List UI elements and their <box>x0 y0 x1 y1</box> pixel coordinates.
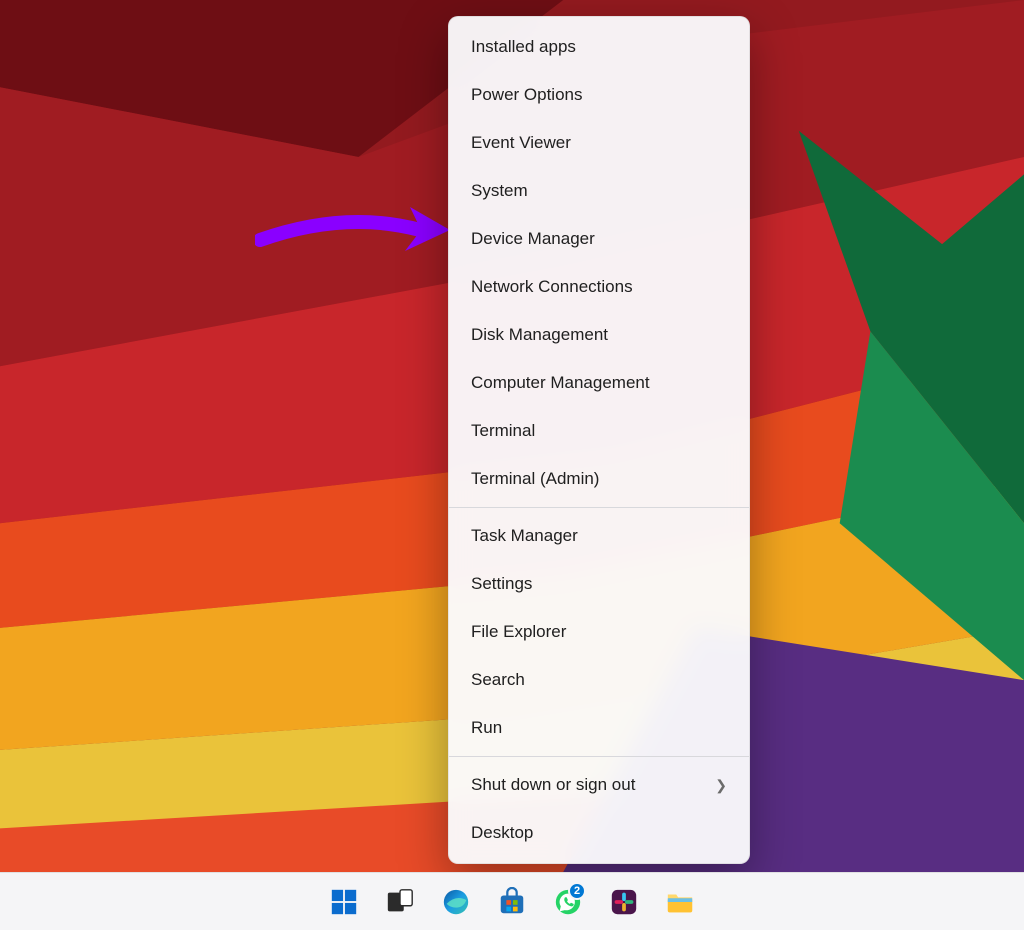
menu-item-terminal[interactable]: Terminal <box>449 407 749 455</box>
menu-item-label: Installed apps <box>471 37 576 57</box>
menu-item-disk-management[interactable]: Disk Management <box>449 311 749 359</box>
menu-item-label: Disk Management <box>471 325 608 345</box>
menu-item-settings[interactable]: Settings <box>449 560 749 608</box>
menu-item-run[interactable]: Run <box>449 704 749 752</box>
menu-item-label: Task Manager <box>471 526 578 546</box>
menu-item-desktop[interactable]: Desktop <box>449 809 749 857</box>
windows-logo-icon <box>329 887 359 917</box>
edge-button[interactable] <box>434 880 478 924</box>
menu-separator <box>449 507 749 508</box>
edge-icon <box>441 887 471 917</box>
taskbar: 2 <box>0 872 1024 930</box>
menu-item-label: Device Manager <box>471 229 595 249</box>
menu-item-label: Terminal (Admin) <box>471 469 599 489</box>
menu-separator <box>449 756 749 757</box>
menu-item-label: Network Connections <box>471 277 633 297</box>
menu-item-label: File Explorer <box>471 622 566 642</box>
menu-item-event-viewer[interactable]: Event Viewer <box>449 119 749 167</box>
explorer-button[interactable] <box>658 880 702 924</box>
menu-item-label: Event Viewer <box>471 133 571 153</box>
menu-item-installed-apps[interactable]: Installed apps <box>449 23 749 71</box>
menu-item-task-manager[interactable]: Task Manager <box>449 512 749 560</box>
menu-item-terminal-admin[interactable]: Terminal (Admin) <box>449 455 749 503</box>
start-button[interactable] <box>322 880 366 924</box>
file-explorer-icon <box>665 887 695 917</box>
menu-item-system[interactable]: System <box>449 167 749 215</box>
menu-item-file-explorer[interactable]: File Explorer <box>449 608 749 656</box>
menu-item-device-manager[interactable]: Device Manager <box>449 215 749 263</box>
menu-item-power-options[interactable]: Power Options <box>449 71 749 119</box>
menu-item-label: Terminal <box>471 421 535 441</box>
taskview-button[interactable] <box>378 880 422 924</box>
menu-item-label: Shut down or sign out <box>471 775 635 795</box>
slack-button[interactable] <box>602 880 646 924</box>
menu-item-label: Desktop <box>471 823 533 843</box>
menu-item-label: Settings <box>471 574 532 594</box>
menu-item-computer-management[interactable]: Computer Management <box>449 359 749 407</box>
menu-item-label: Search <box>471 670 525 690</box>
store-icon <box>497 887 527 917</box>
chevron-right-icon: ❯ <box>715 777 727 794</box>
menu-item-label: Computer Management <box>471 373 650 393</box>
store-button[interactable] <box>490 880 534 924</box>
notification-badge: 2 <box>568 882 586 900</box>
menu-item-network-connections[interactable]: Network Connections <box>449 263 749 311</box>
menu-item-label: Power Options <box>471 85 583 105</box>
menu-item-label: System <box>471 181 528 201</box>
whatsapp-button[interactable]: 2 <box>546 880 590 924</box>
winx-context-menu: Installed apps Power Options Event Viewe… <box>448 16 750 864</box>
menu-item-search[interactable]: Search <box>449 656 749 704</box>
slack-icon <box>609 887 639 917</box>
taskview-icon <box>385 887 415 917</box>
menu-item-label: Run <box>471 718 502 738</box>
menu-item-shutdown[interactable]: Shut down or sign out ❯ <box>449 761 749 809</box>
